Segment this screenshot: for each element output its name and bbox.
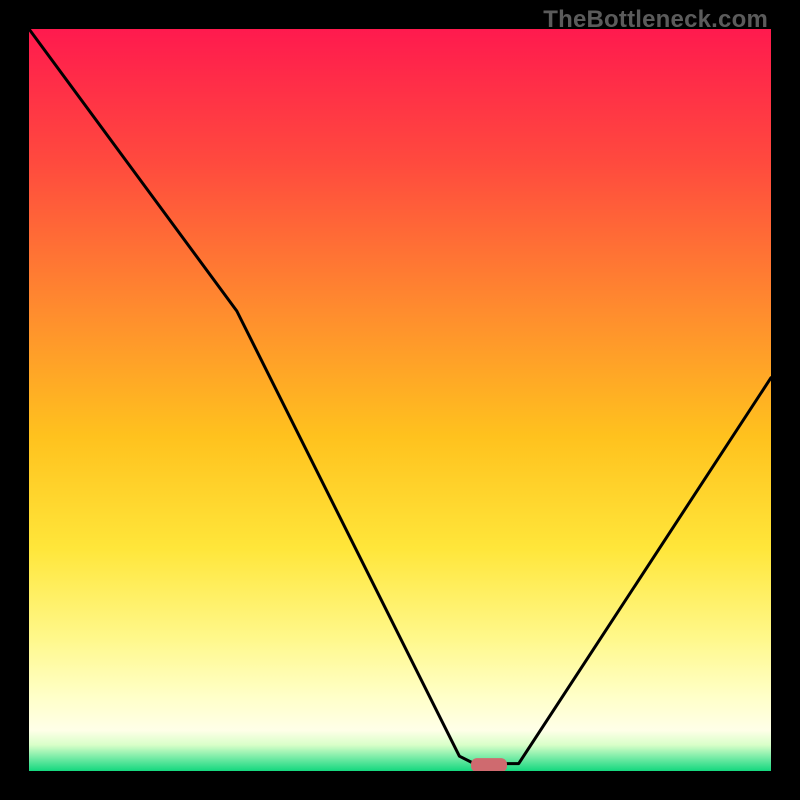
gradient-background: [29, 29, 771, 771]
bottleneck-chart: [29, 29, 771, 771]
plot-area: [29, 29, 771, 771]
chart-frame: TheBottleneck.com: [0, 0, 800, 800]
optimum-marker: [471, 758, 507, 771]
